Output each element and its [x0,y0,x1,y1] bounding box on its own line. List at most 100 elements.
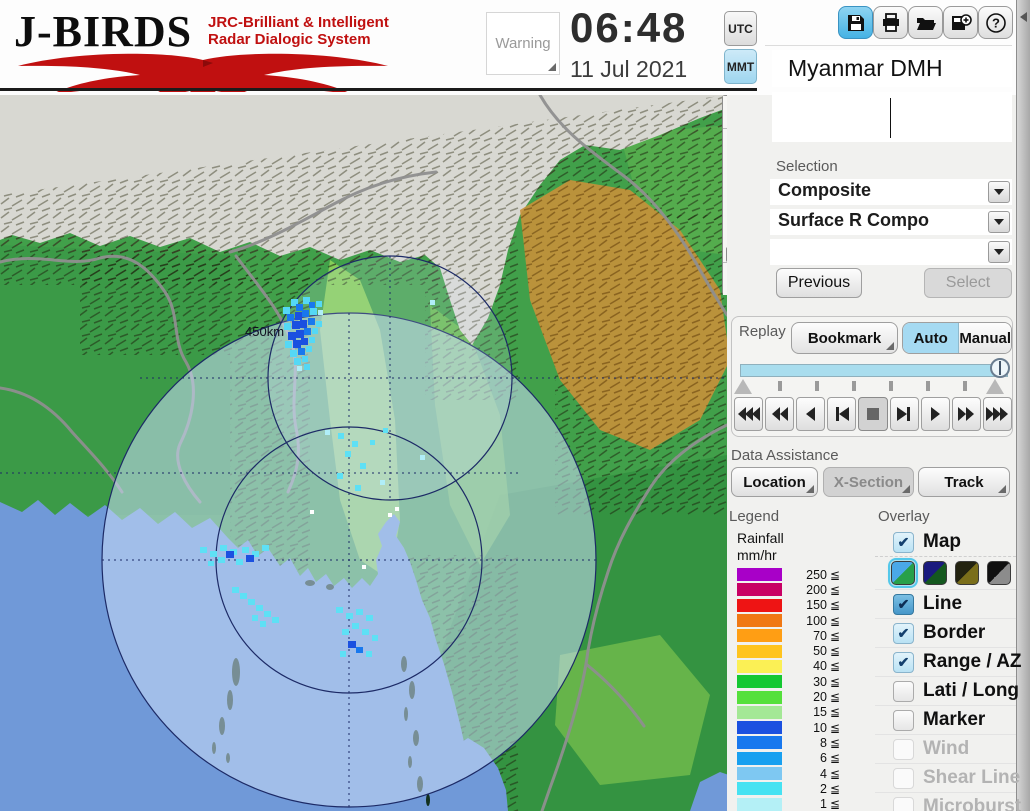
legend-color-swatch [737,736,782,750]
overlay-checkbox[interactable] [893,680,914,702]
legend-leq-symbol: ≦ [830,690,841,705]
overlay-checkbox[interactable]: ✔ [893,531,914,553]
step-backward-button[interactable] [827,397,857,431]
legend-leq-symbol: ≦ [830,735,841,750]
overlay-checkbox[interactable]: ✔ [893,622,914,644]
print-icon [882,12,899,32]
legend-color-swatch [737,629,782,643]
panel-collapse-arrow-icon [1020,12,1027,22]
svg-text:?: ? [992,15,1000,30]
replay-slider-handle[interactable] [990,358,1010,378]
stop-button[interactable] [858,397,888,431]
legend-leq-symbol: ≦ [830,567,841,582]
dropdown-product[interactable]: Surface R Compo [770,209,1012,235]
radar-map-viewport[interactable]: 450km [0,93,757,811]
fast-rewind-button[interactable] [765,397,795,431]
slider-tick [889,381,893,391]
overlay-item-label: Range / AZ [923,651,1022,672]
legend-color-swatch [737,767,782,780]
legend-row: 200 ≦ [727,582,875,597]
x-section-button[interactable]: X-Section [823,467,914,497]
legend-row: 1 ≦ [727,796,875,811]
manual-button[interactable]: Manual [959,323,1011,353]
save-icon [847,14,864,31]
data-assistance-label: Data Assistance [731,447,839,464]
auto-button[interactable]: Auto [903,323,960,353]
overlay-checkbox[interactable] [893,709,914,731]
mmt-toggle-button[interactable]: MMT [724,49,757,84]
chevron-down-icon [994,249,1004,255]
dropdown-product-value: Surface R Compo [778,210,930,230]
corner-grip [902,485,910,493]
legend-value: 4 [820,766,827,781]
corner-grip [548,63,556,71]
overlay-item-line: ✔ Line [875,590,1016,619]
map-style-swatches [875,557,1016,590]
bookmark-button[interactable]: Bookmark [791,322,898,354]
legend-color-swatch [737,797,782,811]
overlay-checkbox[interactable]: ✔ [893,593,914,615]
overlay-checkbox[interactable]: ✔ [893,651,914,673]
slider-start-marker[interactable] [734,379,752,394]
map-style-black-olive[interactable] [955,561,979,585]
jump-start-button[interactable] [734,397,764,431]
play-backward-button[interactable] [796,397,826,431]
legend-leq-symbol: ≦ [830,720,841,735]
save-button[interactable] [838,6,873,39]
overlay-item-lati-long: Lati / Long [875,677,1020,706]
open-file-button[interactable] [908,6,943,39]
print-button[interactable] [873,6,908,39]
legend-row: 150 ≦ [727,598,875,613]
overlay-item-border: ✔ Border [875,619,1016,648]
step-forward-button[interactable] [889,397,919,431]
legend-color-swatch [737,675,782,689]
legend-color-swatch [737,614,782,628]
legend-leq-symbol: ≦ [830,674,841,689]
overlay-item-label: Lati / Long [923,680,1020,701]
previous-button[interactable]: Previous [776,268,862,298]
jump-end-button[interactable] [982,397,1012,431]
legend-value: 20 [813,690,827,705]
replay-slider-track[interactable] [740,364,1008,377]
overlay-checkbox [893,767,914,789]
legend-row: 40 ≦ [727,659,875,674]
location-button[interactable]: Location [731,467,818,497]
dropdown-composite-button[interactable] [988,181,1010,203]
play-forward-button[interactable] [920,397,950,431]
legend-value: 10 [813,720,827,735]
legend-row: 100 ≦ [727,613,875,628]
legend-value: 15 [813,705,827,720]
overlay-item-label: Shear Line [923,767,1021,788]
new-window-button[interactable] [943,6,978,39]
map-style-blue-green[interactable] [888,558,918,588]
legend-row: 10 ≦ [727,720,875,735]
slider-tick [926,381,930,391]
selection-label: Selection [776,158,838,175]
fast-forward-button[interactable] [951,397,981,431]
warning-button[interactable]: Warning [486,12,560,75]
overlay-item-label: Border [923,622,986,643]
legend-value: 150 [806,598,827,613]
overlay-item-map: ✔ Map [875,528,1016,557]
header-divider [0,88,757,91]
track-button[interactable]: Track [918,467,1010,497]
dropdown-extra-button[interactable] [988,241,1010,263]
select-button[interactable]: Select [924,268,1012,298]
dropdown-composite[interactable]: Composite [770,179,1012,205]
overlay-item-label: Marker [923,709,986,730]
corner-grip [886,342,894,350]
map-style-navy-darkgreen[interactable] [923,561,947,585]
utc-toggle-button[interactable]: UTC [724,11,757,46]
map-style-black-gray[interactable] [987,561,1011,585]
dropdown-product-button[interactable] [988,211,1010,233]
rainfall-legend: Rainfall mm/hr 250 ≦ 200 ≦ 150 ≦ 100 ≦ 70 ≦ 50 ≦ 40 ≦… [727,530,875,811]
legend-leq-symbol: ≦ [830,613,841,628]
help-button[interactable]: ? [978,6,1013,39]
dropdown-extra[interactable] [770,239,1012,265]
overlay-item-microburst: Microburst [875,793,1021,811]
slider-tick [778,381,782,391]
site-selection-box[interactable] [772,92,1012,142]
slider-end-marker[interactable] [986,379,1004,394]
legend-color-swatch [737,705,782,719]
corner-grip [806,485,814,493]
